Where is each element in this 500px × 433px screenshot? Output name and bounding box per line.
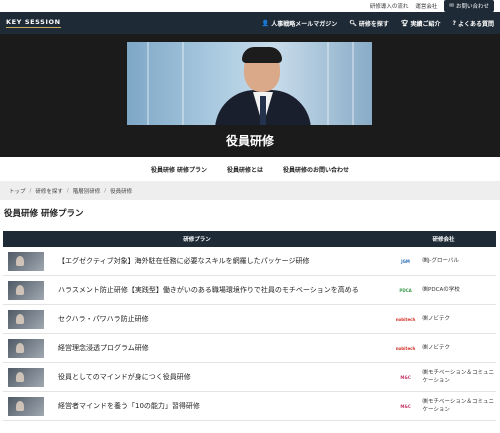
- column-header-company: 研修会社: [432, 237, 455, 243]
- column-header-plan: 研修プラン: [183, 237, 211, 243]
- nav-item-label: よくある質問: [457, 20, 494, 28]
- company-name[interactable]: ㈱ノビテク: [423, 315, 496, 323]
- training-thumbnail[interactable]: [8, 338, 44, 358]
- company-name[interactable]: ㈱PDCAの学校: [423, 286, 496, 294]
- nav-item-label: 研修を探す: [358, 20, 389, 28]
- page-subnav: 役員研修 研修プラン 役員研修とは 役員研修のお問い合わせ: [0, 157, 500, 181]
- company-name[interactable]: ㈱モチベーション＆コミュニケーション: [423, 369, 496, 386]
- utility-link-company[interactable]: 運営会社: [415, 2, 437, 10]
- main-header: KEY SESSION 👤 人事戦略メールマガジン 🔍︎ 研修を探す 🏆︎ 実績…: [0, 12, 500, 34]
- mail-icon: ✉: [449, 3, 454, 9]
- table-row[interactable]: 【エグゼクティブ対象】海外駐在任務に必要なスキルを網羅したパッケージ研修 JGM ㈱…: [3, 247, 496, 276]
- hero-banner: 役員研修: [0, 34, 500, 157]
- subnav-training-plans[interactable]: 役員研修 研修プラン: [151, 165, 207, 174]
- company-logo: PDCA: [399, 287, 412, 293]
- training-title-link[interactable]: セクハラ・パワハラ防止研修: [58, 314, 389, 324]
- breadcrumb-separator: /: [104, 187, 107, 194]
- breadcrumb-hierarchy[interactable]: 階層別研修: [73, 187, 101, 195]
- contact-button-label: お問い合わせ: [455, 4, 489, 10]
- training-title-link[interactable]: ハラスメント防止研修【実践型】働きがいのある職場環境作りで社員のモチベーションを…: [58, 285, 389, 295]
- table-row[interactable]: 経営理念浸透プログラム研修 nobitech ㈱ノビテク: [3, 334, 496, 363]
- company-name[interactable]: ㈱モチベーション＆コミュニケーション: [423, 398, 496, 415]
- table-row[interactable]: ハラスメント防止研修【実践型】働きがいのある職場環境作りで社員のモチベーションを…: [3, 276, 496, 305]
- subnav-inquiry[interactable]: 役員研修のお問い合わせ: [283, 165, 349, 174]
- training-thumbnail[interactable]: [8, 367, 44, 387]
- section-title: 役員研修 研修プラン: [4, 209, 84, 219]
- hero-executive-photo: [127, 42, 372, 125]
- breadcrumb-separator: /: [66, 187, 69, 194]
- nav-item-label: 実績ご紹介: [410, 20, 441, 28]
- nav-item-mail-magazine[interactable]: 👤 人事戦略メールマガジン: [262, 19, 338, 28]
- training-thumbnail[interactable]: [8, 251, 44, 271]
- search-icon: 🔍︎: [349, 19, 357, 27]
- table-row[interactable]: 役員としてのマインドが身につく役員研修 M&C ㈱モチベーション＆コミュニケーション: [3, 363, 496, 392]
- subnav-about-executive-training[interactable]: 役員研修とは: [227, 165, 263, 174]
- utility-bar: 研修導入の流れ 運営会社 ✉ お問い合わせ: [0, 0, 500, 12]
- utility-link-flow[interactable]: 研修導入の流れ: [370, 2, 409, 10]
- table-row[interactable]: セクハラ・パワハラ防止研修 nobitech ㈱ノビテク: [3, 305, 496, 334]
- breadcrumb-current: 役員研修: [110, 188, 133, 195]
- training-plan-table: 研修プラン 研修会社 【エグゼクティブ対象】海外駐在任務に必要なスキルを網羅した…: [3, 231, 496, 421]
- nav-item-search-training[interactable]: 🔍︎ 研修を探す: [349, 19, 389, 28]
- breadcrumb: トップ / 研修を探す / 階層別研修 / 役員研修: [0, 181, 500, 200]
- training-title-link[interactable]: 経営理念浸透プログラム研修: [58, 343, 389, 353]
- company-logo: nobitech: [395, 345, 416, 351]
- main-nav: 👤 人事戦略メールマガジン 🔍︎ 研修を探す 🏆︎ 実績ご紹介 ? よくある質問: [262, 19, 494, 28]
- nav-item-achievements[interactable]: 🏆︎ 実績ご紹介: [401, 19, 441, 28]
- page-title: 役員研修: [225, 134, 274, 148]
- company-logo: M&C: [400, 374, 411, 380]
- nav-item-faq[interactable]: ? よくある質問: [453, 19, 495, 28]
- company-logo: JGM: [401, 258, 410, 264]
- breadcrumb-top[interactable]: トップ: [9, 187, 26, 195]
- site-logo[interactable]: KEY SESSION: [6, 18, 61, 28]
- table-row[interactable]: 経営者マインドを養う「10の能力」習得研修 M&C ㈱モチベーション＆コミュニケーシ…: [3, 392, 496, 421]
- training-thumbnail[interactable]: [8, 396, 44, 416]
- training-title-link[interactable]: 役員としてのマインドが身につく役員研修: [58, 372, 389, 382]
- trophy-icon: 🏆︎: [400, 19, 409, 27]
- table-header: 研修プラン 研修会社: [3, 231, 496, 247]
- company-name[interactable]: ㈱ノビテク: [423, 344, 496, 352]
- nav-item-label: 人事戦略メールマガジン: [271, 20, 338, 28]
- breadcrumb-separator: /: [29, 187, 32, 194]
- company-logo: nobitech: [395, 316, 416, 322]
- contact-button[interactable]: ✉ お問い合わせ: [444, 0, 494, 12]
- training-title-link[interactable]: 【エグゼクティブ対象】海外駐在任務に必要なスキルを網羅したパッケージ研修: [58, 256, 389, 266]
- training-title-link[interactable]: 経営者マインドを養う「10の能力」習得研修: [58, 401, 389, 411]
- company-name[interactable]: ㈱J-グローバル: [423, 257, 496, 265]
- training-thumbnail[interactable]: [8, 280, 44, 300]
- question-icon: ?: [452, 19, 456, 27]
- breadcrumb-search[interactable]: 研修を探す: [35, 187, 63, 195]
- training-thumbnail[interactable]: [8, 309, 44, 329]
- person-icon: 👤: [261, 19, 270, 27]
- company-logo: M&C: [400, 403, 411, 409]
